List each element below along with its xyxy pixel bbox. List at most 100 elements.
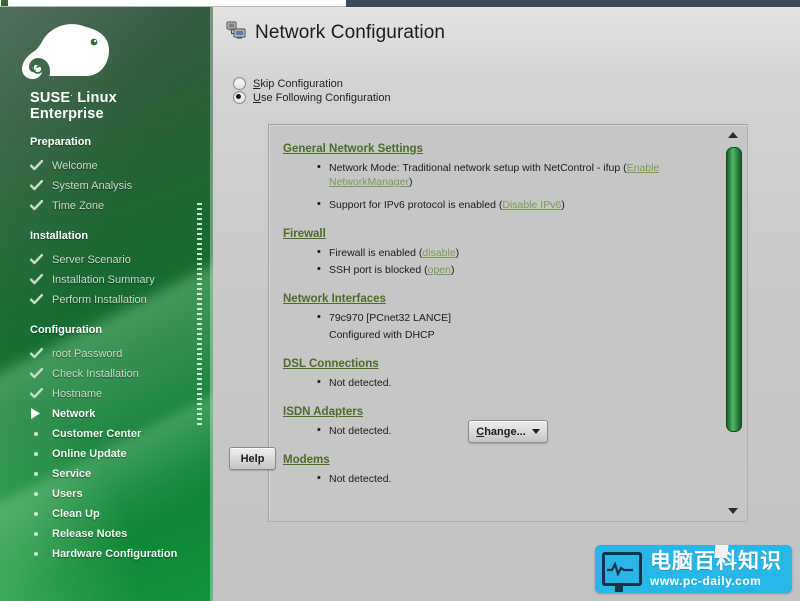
sidebar-item-time-zone[interactable]: Time Zone	[30, 196, 213, 216]
sidebar-item-hostname[interactable]: Hostname	[30, 384, 213, 404]
check-icon	[30, 344, 48, 364]
sidebar-step-list: Preparation Welcome System Analysis Time Zo…	[0, 136, 213, 564]
radio-label-skip-configuration: Skip Configuration	[253, 78, 343, 90]
sidebar-item-label: Customer Center	[52, 427, 142, 440]
sidebar-item-root-password[interactable]: root Password	[30, 344, 213, 364]
window-titlebar-strip	[0, 0, 800, 7]
summary-line: Not detected.	[317, 375, 711, 390]
sidebar-item-online-update[interactable]: Online Update	[30, 444, 213, 464]
check-icon	[30, 270, 48, 290]
sidebar-perforation-decor	[197, 203, 202, 425]
sidebar-group-title: Configuration	[30, 323, 103, 336]
summary-line-tail: )	[450, 264, 455, 276]
brand-reg: .	[70, 88, 73, 98]
summary-line-text: Not detected.	[329, 425, 392, 437]
summary-section: Modems Not detected.	[283, 450, 711, 486]
radio-text: kip Configuration	[260, 77, 343, 90]
check-icon	[30, 196, 48, 216]
bullet-icon	[34, 511, 38, 516]
summary-action-link[interactable]: disable	[422, 247, 455, 259]
sidebar-item-clean-up[interactable]: Clean Up	[30, 504, 213, 524]
watermark-url: www.pc-daily.com	[650, 574, 762, 588]
watermark-logo: 电脑百科知识 www.pc-daily.com	[595, 545, 792, 593]
sidebar-item-label: Users	[52, 487, 83, 500]
summary-line-text: Configured with DHCP	[329, 329, 435, 341]
sidebar-item-check-installation[interactable]: Check Installation	[30, 364, 213, 384]
sidebar-item-network[interactable]: Network	[30, 404, 213, 424]
summary-action-link[interactable]: open	[428, 264, 451, 276]
summary-line-text: Support for IPv6 protocol is enabled (	[329, 199, 503, 211]
sidebar-group-title: Preparation	[30, 135, 92, 148]
check-icon	[30, 384, 48, 404]
radio-text: se Following Configuration	[260, 91, 391, 104]
change-button[interactable]: Change...	[468, 420, 548, 443]
watermark-decor-tab	[714, 545, 729, 558]
summary-line: Firewall is enabled (disable)	[317, 245, 711, 260]
main-content-pane: Network Configuration Skip Configuration…	[213, 7, 800, 601]
sidebar-item-system-analysis[interactable]: System Analysis	[30, 176, 213, 196]
scrollbar-thumb[interactable]	[726, 147, 742, 432]
sidebar-item-installation-summary[interactable]: Installation Summary	[30, 270, 213, 290]
sidebar-item-release-notes[interactable]: Release Notes	[30, 524, 213, 544]
page-title: Network Configuration	[255, 21, 446, 43]
check-icon	[30, 250, 48, 270]
check-icon	[30, 156, 48, 176]
bullet-icon	[34, 451, 38, 456]
summary-line-text: Network Mode: Traditional network setup …	[329, 162, 627, 174]
check-icon	[30, 290, 48, 310]
summary-section-heading[interactable]: General Network Settings	[283, 143, 423, 155]
summary-section-heading[interactable]: Network Interfaces	[283, 293, 386, 305]
summary-section-heading[interactable]: Modems	[283, 454, 330, 466]
scroll-down-arrow-icon[interactable]	[728, 508, 738, 514]
sidebar-item-label: Welcome	[52, 159, 98, 172]
summary-line-tail: )	[455, 247, 460, 259]
sidebar-item-users[interactable]: Users	[30, 484, 213, 504]
scroll-up-arrow-icon[interactable]	[728, 132, 738, 138]
sidebar-item-label: Installation Summary	[52, 273, 155, 286]
summary-section-heading[interactable]: ISDN Adapters	[283, 406, 363, 418]
summary-line-text: Not detected.	[329, 473, 392, 485]
change-rest: hange...	[484, 425, 526, 438]
radio-button-skip-configuration[interactable]	[233, 77, 246, 90]
sidebar-item-label: Service	[52, 467, 92, 480]
summary-line-text: 79c970 [PCnet32 LANCE]	[329, 312, 451, 324]
radio-option-skip-configuration[interactable]: Skip Configuration	[233, 77, 343, 90]
summary-section-heading[interactable]: DSL Connections	[283, 358, 379, 370]
sidebar-item-label: Hostname	[52, 387, 103, 400]
radio-label-use-following-configuration: Use Following Configuration	[253, 92, 391, 104]
sidebar-item-label: Check Installation	[52, 367, 139, 380]
help-button[interactable]: Help	[229, 447, 276, 470]
help-button-label: Help	[240, 452, 265, 465]
change-accel: C	[476, 425, 485, 438]
sidebar-item-welcome[interactable]: Welcome	[30, 156, 213, 176]
bullet-icon	[34, 531, 38, 536]
vertical-scrollbar[interactable]	[719, 125, 747, 521]
summary-section-heading[interactable]: Firewall	[283, 228, 326, 240]
summary-section: Firewall Firewall is enabled (disable) SSH…	[283, 224, 711, 277]
sidebar-group-title: Installation	[30, 229, 89, 242]
sidebar-item-label: Perform Installation	[52, 293, 147, 306]
sidebar-item-label: Release Notes	[52, 527, 128, 540]
sidebar-item-hardware-configuration[interactable]: Hardware Configuration	[30, 544, 213, 564]
sidebar-item-service[interactable]: Service	[30, 464, 213, 484]
summary-line-text: Not detected.	[329, 377, 392, 389]
sidebar-item-customer-center[interactable]: Customer Center	[30, 424, 213, 444]
summary-action-link[interactable]: Disable IPv6	[502, 199, 561, 211]
summary-section: Network Interfaces 79c970 [PCnet32 LANCE]…	[283, 289, 711, 342]
summary-line: Support for IPv6 protocol is enabled (Di…	[317, 197, 711, 212]
check-icon	[30, 364, 48, 384]
radio-option-use-following-configuration[interactable]: Use Following Configuration	[233, 91, 391, 104]
brand-linux: Linux	[77, 89, 117, 106]
suse-chameleon-logo	[0, 7, 213, 79]
network-configuration-icon	[226, 20, 246, 45]
installer-sidebar: SUSE. Linux Enterprise Preparation Welcom…	[0, 7, 213, 601]
sidebar-item-label: System Analysis	[52, 179, 133, 192]
page-title-row: Network Configuration	[226, 20, 445, 45]
check-icon	[30, 176, 48, 196]
monitor-pulse-icon	[602, 552, 642, 592]
sidebar-item-server-scenario[interactable]: Server Scenario	[30, 250, 213, 270]
sidebar-item-perform-installation[interactable]: Perform Installation	[30, 290, 213, 310]
summary-line-text: SSH port is blocked (	[329, 264, 428, 276]
radio-button-use-following-configuration[interactable]	[233, 91, 246, 104]
sidebar-item-label: Clean Up	[52, 507, 100, 520]
